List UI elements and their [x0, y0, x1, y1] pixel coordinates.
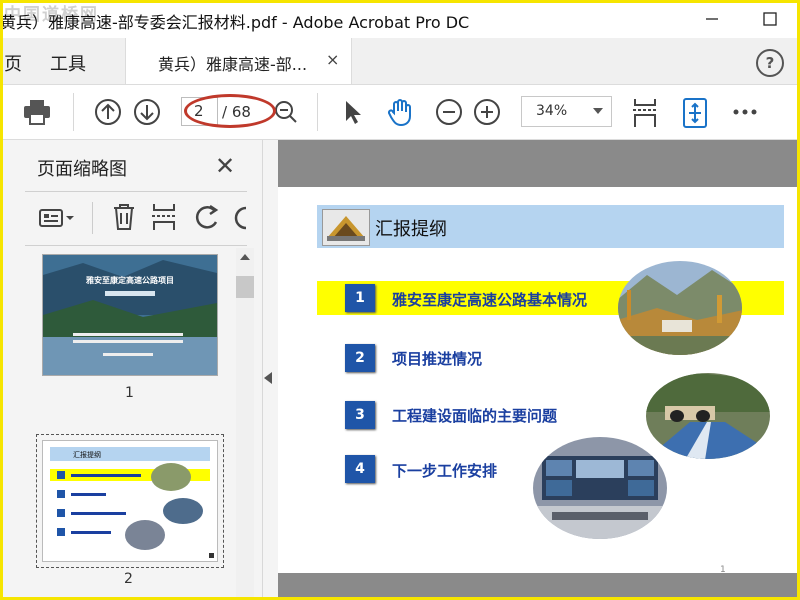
thumbnail-2-title: 汇报提纲	[73, 450, 101, 459]
page-thumbnail-2-selected[interactable]: 汇报提纲	[36, 434, 224, 568]
thumbnail-1-label: 1	[125, 385, 134, 401]
panel-toolbar-divider	[92, 202, 93, 234]
chevron-down-icon	[593, 108, 603, 114]
toolbar: 2 / 68 34%	[0, 85, 800, 140]
panel-title: 页面缩略图	[37, 159, 127, 180]
previous-page-button[interactable]	[93, 97, 123, 127]
thumbnail-1-image: 雅安至康定高速公路项目	[43, 255, 217, 375]
item-text-4: 下一步工作安排	[392, 462, 498, 480]
item-number-1: 1	[345, 284, 375, 312]
annotation-ellipse	[184, 94, 276, 128]
print-button[interactable]	[22, 97, 52, 127]
page-thumbnail-1[interactable]: 雅安至康定高速公路项目	[42, 254, 218, 376]
thumbnail-1-title: 雅安至康定高速公路项目	[86, 275, 174, 285]
hand-icon	[387, 99, 411, 127]
zoom-out-icon	[436, 99, 462, 125]
zoom-value: 34%	[536, 103, 568, 119]
help-icon[interactable]: ?	[756, 49, 784, 77]
hand-tool-button[interactable]	[385, 97, 415, 127]
toolbar-divider	[73, 93, 74, 131]
pointer-icon	[346, 101, 361, 124]
control-room-photo	[533, 437, 667, 539]
thumbnail-scrollbar[interactable]	[236, 248, 254, 600]
tab-bar: 页 工具 黄兵）雅康高速-部... × ?	[0, 38, 800, 85]
rotate-clockwise-icon[interactable]	[234, 202, 248, 232]
window-title: 黄兵）雅康高速-部专委会汇报材料.pdf - Adobe Acrobat Pro…	[0, 13, 470, 32]
mountain-village-photo	[618, 261, 742, 355]
fit-page-icon	[683, 98, 707, 128]
scroll-mode-icon	[633, 99, 657, 127]
collapse-panel-icon[interactable]	[264, 372, 272, 384]
item-text-1: 雅安至康定高速公路基本情况	[392, 291, 588, 309]
delete-icon[interactable]	[110, 202, 138, 232]
print-icon	[24, 100, 50, 125]
minimize-button[interactable]	[700, 8, 724, 30]
page-gap-bottom	[278, 573, 800, 600]
toolbar-divider	[317, 93, 318, 131]
rotate-icon[interactable]	[192, 202, 222, 232]
thumbnail-2-label: 2	[124, 571, 133, 587]
minimize-icon	[706, 18, 718, 20]
thumbnail-options-icon[interactable]	[38, 204, 78, 232]
more-icon	[733, 109, 757, 115]
next-page-button[interactable]	[132, 97, 162, 127]
arrow-up-icon	[95, 99, 121, 125]
slide-title: 汇报提纲	[375, 219, 447, 240]
panel-divider	[25, 191, 247, 192]
scroll-mode-button[interactable]	[630, 97, 660, 127]
thumbnail-2-image: 汇报提纲	[50, 447, 214, 558]
close-tab-button[interactable]: ×	[326, 50, 339, 69]
select-tool-button[interactable]	[338, 97, 368, 127]
company-logo	[322, 209, 370, 246]
item-text-2: 项目推进情况	[392, 350, 483, 368]
title-bar: 中国道桥网 黄兵）雅康高速-部专委会汇报材料.pdf - Adobe Acrob…	[0, 0, 800, 38]
slide-page-number: 1	[720, 565, 726, 575]
zoom-out-button[interactable]	[434, 97, 464, 127]
maximize-button[interactable]	[758, 8, 782, 30]
item-number-2: 2	[345, 344, 375, 372]
more-tools-button[interactable]	[730, 97, 760, 127]
page-gap-top	[278, 140, 800, 187]
scrollbar-thumb[interactable]	[236, 276, 254, 298]
zoom-select[interactable]: 34%	[521, 96, 612, 127]
fit-page-button[interactable]	[680, 97, 710, 128]
zoom-in-icon	[474, 99, 500, 125]
extract-pages-icon[interactable]	[150, 202, 178, 232]
zoom-in-button[interactable]	[472, 97, 502, 127]
maximize-icon	[763, 12, 777, 26]
panel-divider	[25, 245, 247, 246]
item-number-4: 4	[345, 455, 375, 483]
page-thumbnail-2[interactable]: 汇报提纲	[42, 440, 218, 562]
tab-document-label: 黄兵）雅康高速-部...	[158, 55, 308, 74]
arrow-down-icon	[134, 99, 160, 125]
tab-tools[interactable]: 工具	[50, 50, 86, 76]
close-panel-button[interactable]: ✕	[215, 152, 235, 180]
tab-document[interactable]: 黄兵）雅康高速-部... ×	[125, 38, 352, 84]
scroll-up-icon[interactable]	[240, 254, 250, 260]
item-text-3: 工程建设面临的主要问题	[392, 407, 558, 425]
item-number-3: 3	[345, 401, 375, 429]
slide-header: 汇报提纲	[317, 205, 784, 248]
tab-home[interactable]: 页	[4, 50, 22, 76]
